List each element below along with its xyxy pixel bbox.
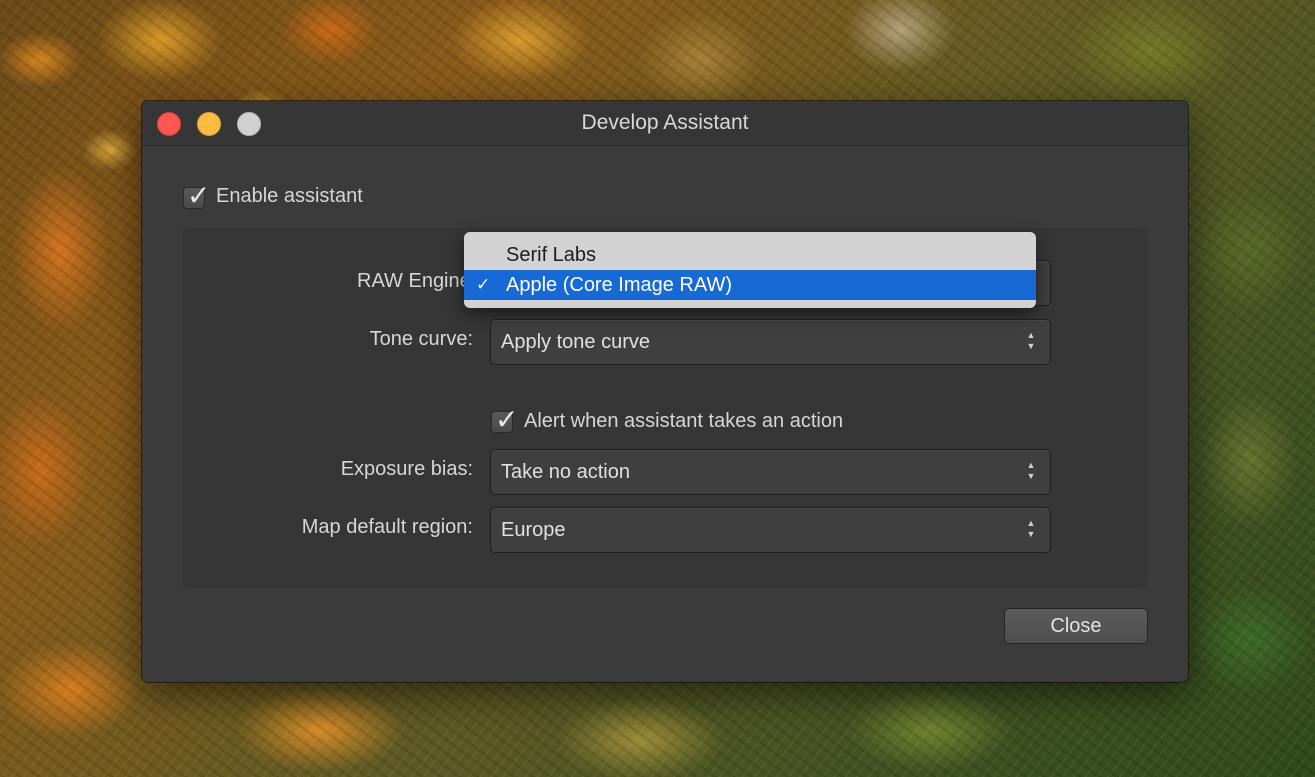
alert-checkbox[interactable]: ✓ <box>491 404 518 435</box>
exposure-bias-label: Exposure bias: <box>340 458 473 480</box>
close-window-button[interactable] <box>157 112 181 136</box>
exposure-bias-value: Take no action <box>501 461 630 483</box>
popup-arrows-icon: ▲ ▼ <box>1026 330 1036 351</box>
raw-engine-menu: Serif Labs ✓ Apple (Core Image RAW) <box>464 232 1036 308</box>
menu-item-serif-labs[interactable]: Serif Labs <box>464 240 1036 270</box>
alert-label[interactable]: Alert when assistant takes an action <box>524 410 843 433</box>
checkmark-icon: ✓ <box>495 404 519 435</box>
tone-curve-popup[interactable]: Apply tone curve ▲ ▼ <box>490 319 1051 365</box>
map-region-label: Map default region: <box>301 516 473 538</box>
map-region-value: Europe <box>501 519 566 541</box>
exposure-bias-popup[interactable]: Take no action ▲ ▼ <box>490 449 1051 495</box>
title-bar[interactable]: Develop Assistant <box>142 101 1188 146</box>
zoom-window-button[interactable] <box>237 112 261 136</box>
raw-engine-label: RAW Engine <box>357 270 471 292</box>
enable-assistant-checkbox[interactable]: ✓ <box>183 180 210 211</box>
popup-arrows-icon: ▲ ▼ <box>1026 518 1036 539</box>
tone-curve-label: Tone curve: <box>369 328 473 350</box>
close-button[interactable]: Close <box>1004 608 1148 644</box>
tone-curve-value: Apply tone curve <box>501 331 650 353</box>
window-title: Develop Assistant <box>581 111 749 134</box>
checkmark-icon: ✓ <box>187 180 211 211</box>
menu-item-apple-core-image-raw[interactable]: ✓ Apple (Core Image RAW) <box>464 270 1036 300</box>
checkmark-icon: ✓ <box>476 275 491 294</box>
popup-arrows-icon: ▲ ▼ <box>1026 460 1036 481</box>
map-region-popup[interactable]: Europe ▲ ▼ <box>490 507 1051 553</box>
minimize-window-button[interactable] <box>197 112 221 136</box>
enable-assistant-label[interactable]: Enable assistant <box>216 185 363 208</box>
